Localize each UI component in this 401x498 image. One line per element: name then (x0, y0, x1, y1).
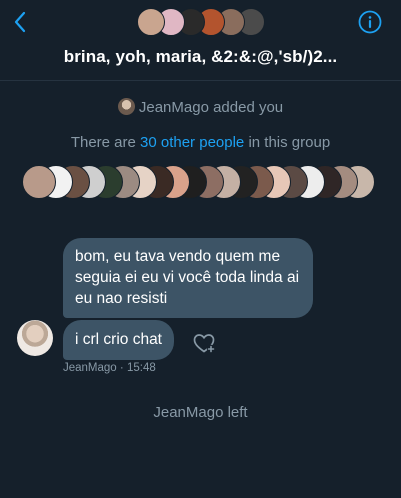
group-title[interactable]: brina, yoh, maria, &2:&:@,'sb/)2... (0, 47, 401, 67)
info-icon[interactable] (358, 10, 382, 34)
chevron-left-icon[interactable] (9, 8, 33, 36)
message-meta: JeanMago · 15:48 (63, 362, 156, 374)
others-prefix: There are (70, 134, 141, 151)
meta-sender: JeanMago (63, 362, 117, 374)
member-avatar[interactable] (22, 165, 56, 199)
added-notice: JeanMago added you (0, 98, 401, 116)
meta-separator: · (116, 362, 127, 374)
group-members-notice: There are 30 other people in this group (0, 134, 401, 151)
like-heart-icon[interactable] (192, 331, 216, 355)
meta-time: 15:48 (126, 362, 156, 374)
conversation-header: brina, yoh, maria, &2:&:@,'sb/)2... (0, 0, 401, 81)
others-suffix: in this group (244, 134, 331, 151)
message-bubble[interactable]: i crl crio chat (63, 320, 174, 360)
member-avatar-row[interactable] (22, 165, 376, 199)
left-notice: JeanMago left (153, 404, 248, 421)
other-people-link[interactable]: 30 other people (140, 134, 244, 151)
sender-avatar[interactable] (17, 320, 53, 356)
group-member-avatar (137, 8, 165, 36)
group-avatar-stack[interactable] (137, 8, 267, 36)
message-bubble[interactable]: bom, eu tava vendo quem me seguia ei eu … (63, 238, 313, 318)
added-notice-text: JeanMago added you (138, 99, 284, 116)
adder-avatar (117, 98, 135, 115)
